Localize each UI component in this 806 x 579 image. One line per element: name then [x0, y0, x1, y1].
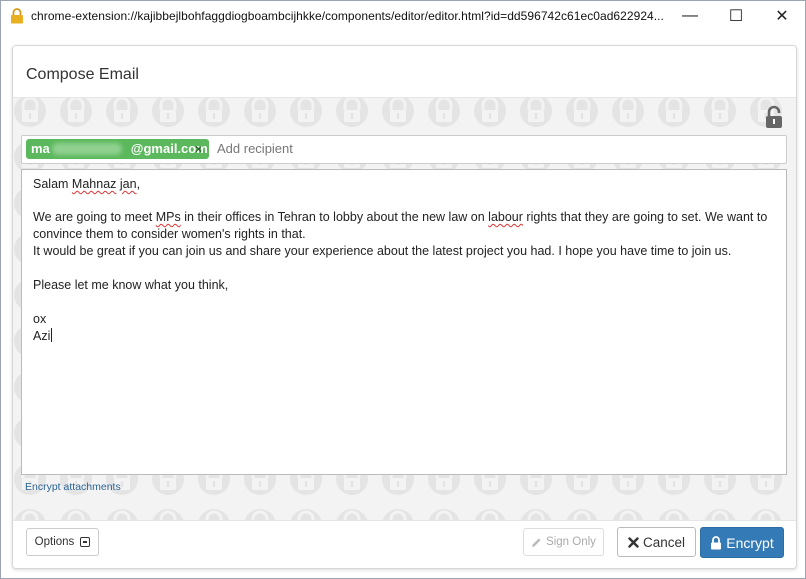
encrypt-label: Encrypt [726, 534, 774, 551]
cancel-label: Cancel [642, 534, 686, 550]
lock-icon [711, 535, 722, 549]
sign-only-label: Sign Only [546, 536, 596, 548]
close-icon: ✕ [775, 8, 789, 25]
collapse-icon [80, 537, 91, 547]
browser-window: chrome-extension://kajibbejlbohfaggdiogb… [0, 0, 806, 579]
compose-panel: Compose Email ma @gmail.com × Add recipi… [12, 45, 797, 569]
panel-footer: Options Sign Only Cancel Encrypt [13, 520, 796, 568]
redacted-email-blur [52, 143, 122, 155]
cancel-button[interactable]: Cancel [617, 527, 696, 557]
encrypt-button[interactable]: Encrypt [700, 527, 784, 558]
body-line-1: We are going to meet MPs in their office… [33, 210, 768, 224]
remove-recipient-icon[interactable]: × [195, 142, 202, 156]
page-title: Compose Email [26, 66, 139, 83]
recipient-chip[interactable]: ma @gmail.com × [26, 139, 209, 159]
sign-only-button[interactable]: Sign Only [523, 528, 604, 556]
body-line-3: It would be great if you can join us and… [33, 244, 732, 258]
options-button[interactable]: Options [26, 528, 99, 556]
add-recipient-input[interactable]: Add recipient [217, 141, 293, 156]
padlock-icon[interactable] [764, 105, 784, 129]
lock-icon [11, 8, 23, 24]
signature-line-1: ox [33, 312, 47, 326]
message-editor[interactable]: Salam Mahnaz jan, We are going to meet M… [21, 169, 787, 475]
panel-header: Compose Email [13, 46, 796, 98]
compose-body: ma @gmail.com × Add recipient Salam Mahna… [13, 98, 796, 520]
text-cursor [51, 328, 53, 342]
greeting-line: Salam Mahnaz jan, [33, 177, 141, 191]
body-line-2: convince them to consider women's rights… [33, 227, 306, 241]
pencil-icon [532, 537, 541, 547]
close-window-button[interactable]: ✕ [759, 1, 805, 31]
minimize-icon: — [682, 7, 698, 24]
signature-line-2: Azi [33, 328, 53, 343]
maximize-icon: ☐ [728, 8, 744, 25]
body-line-4: Please let me know what you think, [33, 278, 229, 292]
minimize-button[interactable]: — [667, 1, 713, 31]
recipients-field[interactable]: ma @gmail.com × Add recipient [21, 135, 787, 164]
options-label: Options [34, 536, 75, 548]
title-bar: chrome-extension://kajibbejlbohfaggdiogb… [1, 1, 805, 31]
encrypt-attachments-link[interactable]: Encrypt attachments [25, 481, 121, 493]
cancel-x-icon [628, 536, 639, 548]
maximize-button[interactable]: ☐ [713, 1, 759, 31]
window-url: chrome-extension://kajibbejlbohfaggdiogb… [31, 9, 664, 23]
